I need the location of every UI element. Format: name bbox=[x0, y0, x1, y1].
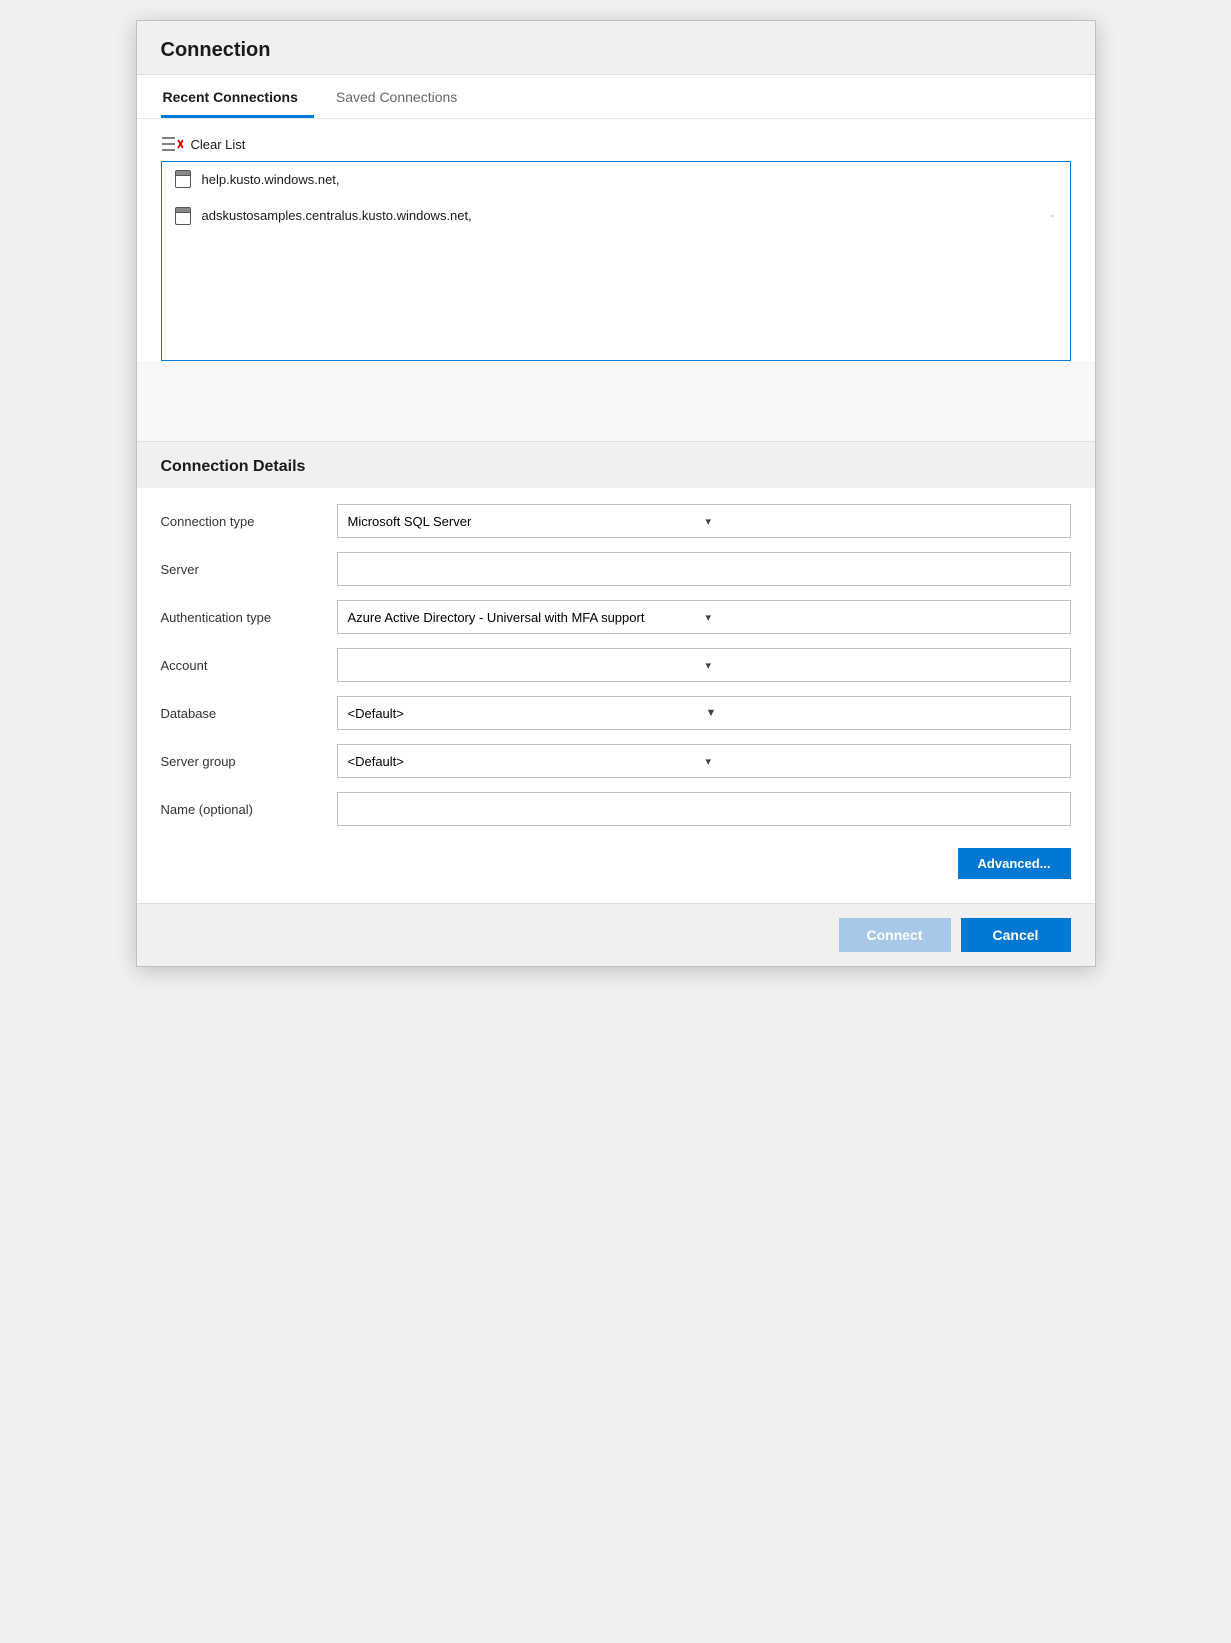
account-label: Account bbox=[161, 658, 321, 673]
connection-type-row: Connection type Microsoft SQL Server ▾ bbox=[161, 504, 1071, 538]
tab-recent-connections[interactable]: Recent Connections bbox=[161, 75, 314, 118]
cancel-button[interactable]: Cancel bbox=[961, 918, 1071, 952]
dialog-footer: Connect Cancel bbox=[137, 903, 1095, 966]
form-section: Connection type Microsoft SQL Server ▾ S… bbox=[137, 488, 1095, 903]
server-group-label: Server group bbox=[161, 754, 321, 769]
connection-details-title: Connection Details bbox=[161, 458, 306, 475]
auth-type-label: Authentication type bbox=[161, 610, 321, 625]
advanced-button[interactable]: Advanced... bbox=[958, 848, 1071, 879]
connection-type-select[interactable]: Microsoft SQL Server ▾ bbox=[337, 504, 1071, 538]
connect-button[interactable]: Connect bbox=[839, 918, 951, 952]
name-row: Name (optional) bbox=[161, 792, 1071, 826]
connections-list: help.kusto.windows.net, adskustosamples.… bbox=[161, 161, 1071, 361]
db-icon-1 bbox=[174, 170, 192, 188]
list-item[interactable]: adskustosamples.centralus.kusto.windows.… bbox=[162, 197, 1070, 235]
database-label: Database bbox=[161, 706, 321, 721]
db-icon-2 bbox=[174, 207, 192, 225]
tabs: Recent Connections Saved Connections bbox=[161, 75, 1071, 118]
server-row: Server bbox=[161, 552, 1071, 586]
name-input[interactable] bbox=[337, 792, 1071, 826]
clear-list-icon bbox=[161, 135, 183, 153]
account-select[interactable]: ▾ bbox=[337, 648, 1071, 682]
tab-saved-connections[interactable]: Saved Connections bbox=[334, 75, 473, 118]
server-group-select[interactable]: <Default> ▾ bbox=[337, 744, 1071, 778]
database-row: Database <Default> ▼ bbox=[161, 696, 1071, 730]
account-row: Account ▾ bbox=[161, 648, 1071, 682]
chevron-down-icon: ▾ bbox=[706, 515, 1060, 528]
title-bar: Connection bbox=[137, 21, 1095, 75]
dialog-title: Connection bbox=[161, 39, 271, 61]
clear-list-button[interactable]: Clear List bbox=[161, 127, 1071, 161]
advanced-row: Advanced... bbox=[161, 840, 1071, 887]
name-label: Name (optional) bbox=[161, 802, 321, 817]
chevron-down-icon: ▾ bbox=[706, 611, 1060, 624]
tabs-section: Recent Connections Saved Connections bbox=[137, 75, 1095, 119]
database-select[interactable]: <Default> ▼ bbox=[337, 696, 1071, 730]
server-input[interactable] bbox=[337, 552, 1071, 586]
connections-list-section: Clear List help.kusto.windows.net, adsku… bbox=[137, 119, 1095, 361]
connection-details-section: Connection Details Connection type Micro… bbox=[137, 441, 1095, 903]
list-item[interactable]: help.kusto.windows.net, bbox=[162, 162, 1070, 197]
auth-type-select[interactable]: Azure Active Directory - Universal with … bbox=[337, 600, 1071, 634]
chevron-down-icon: ▾ bbox=[706, 755, 1060, 768]
server-group-row: Server group <Default> ▾ bbox=[161, 744, 1071, 778]
connection-dialog: Connection Recent Connections Saved Conn… bbox=[136, 20, 1096, 967]
connection-type-label: Connection type bbox=[161, 514, 321, 529]
chevron-down-filled-icon: ▼ bbox=[706, 707, 1060, 719]
spacer bbox=[137, 361, 1095, 441]
connection-ellipsis-2: · bbox=[1050, 205, 1058, 226]
chevron-down-icon: ▾ bbox=[706, 659, 1060, 672]
connection-name-2: adskustosamples.centralus.kusto.windows.… bbox=[202, 208, 472, 223]
clear-list-label: Clear List bbox=[191, 137, 246, 152]
connection-name-1: help.kusto.windows.net, bbox=[202, 172, 340, 187]
connection-details-header: Connection Details bbox=[137, 441, 1095, 488]
server-label: Server bbox=[161, 562, 321, 577]
auth-type-row: Authentication type Azure Active Directo… bbox=[161, 600, 1071, 634]
